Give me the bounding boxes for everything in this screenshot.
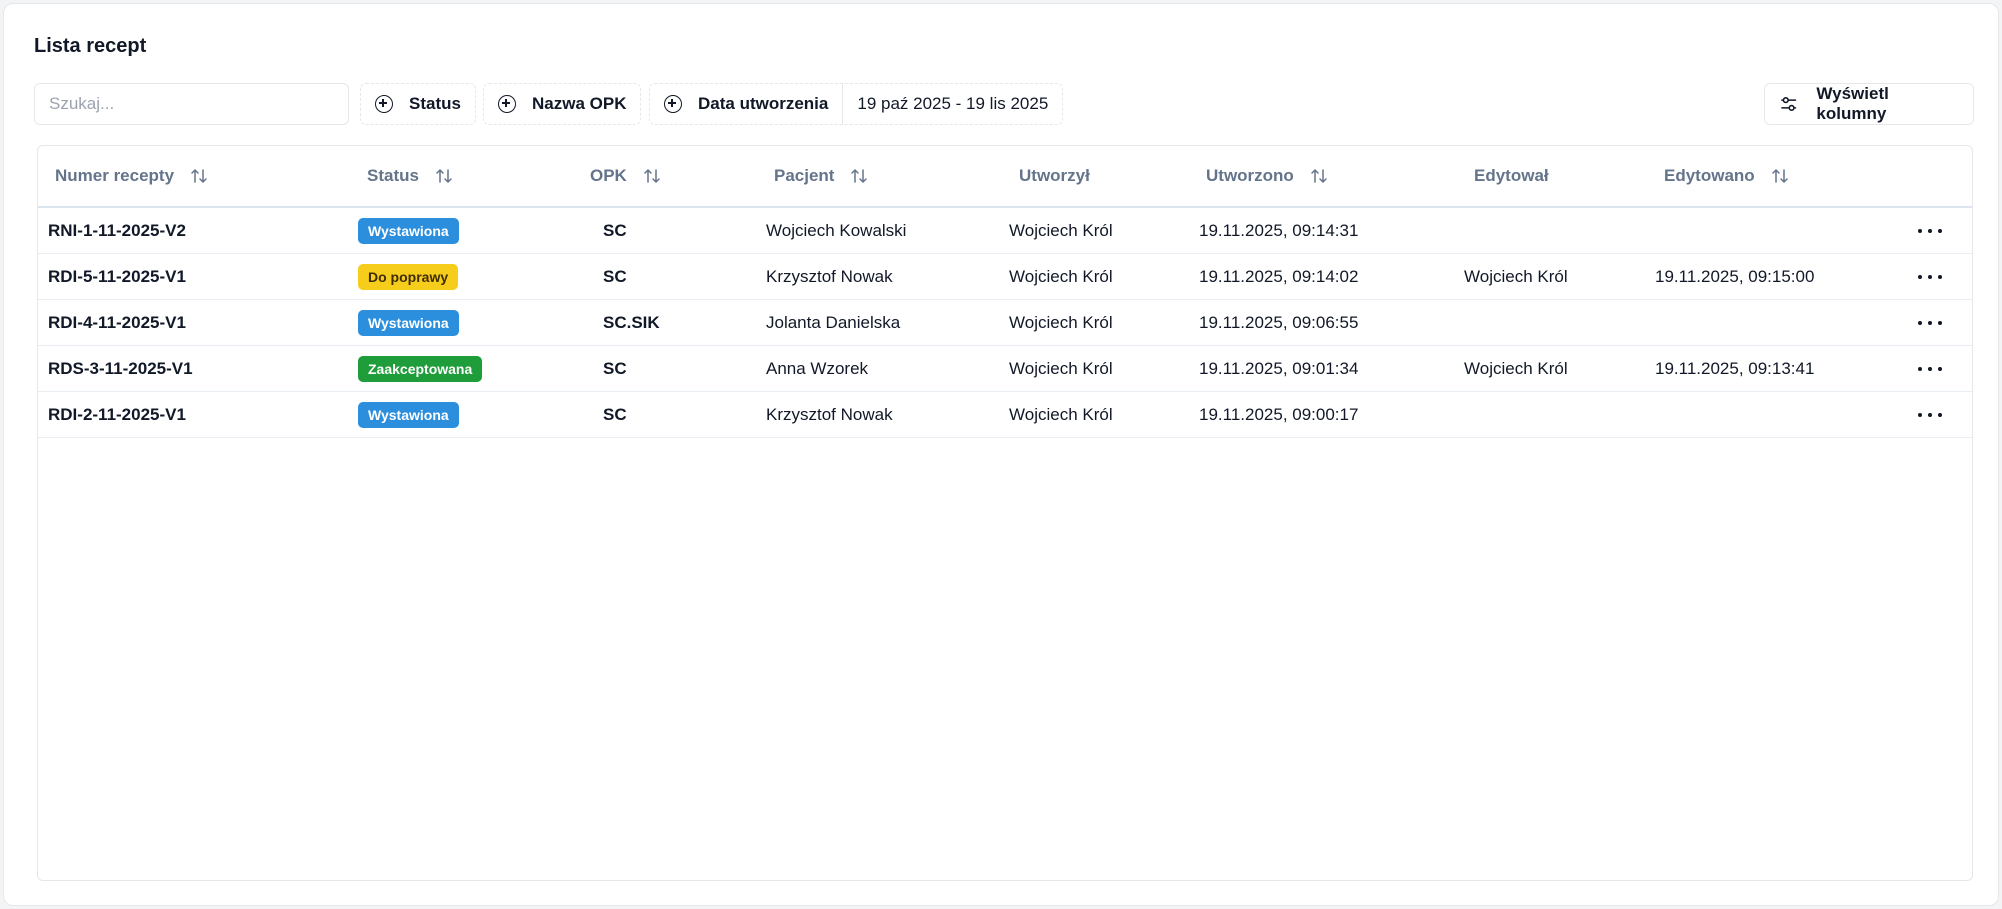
cell-number: RDI-5-11-2025-V1 [48,266,186,286]
cell-number: RDI-4-11-2025-V1 [48,312,186,332]
cell-number: RDI-2-11-2025-V1 [48,404,186,424]
sort-icon [1311,169,1327,183]
cell-created-by: Wojciech Król [1009,358,1113,378]
cell-status: Zaakceptowana [358,346,483,391]
cell-created-by: Wojciech Król [1009,312,1113,332]
created-date-filter-button[interactable]: Data utworzenia 19 paź 2025 - 19 lis 202… [649,83,1064,125]
status-badge: Zaakceptowana [358,355,483,382]
column-header-number-label: Numer recepty [55,166,175,185]
cell-patient: Krzysztof Nowak [766,266,893,286]
cell-edited-by: Wojciech Król [1464,266,1568,286]
cell-number: RDS-3-11-2025-V1 [48,358,193,378]
display-columns-label: Wyświetl kolumny [1816,84,1889,123]
page-title: Lista recept [34,35,147,57]
cell-opk: SC [603,266,627,286]
cell-created-by: Wojciech Król [1009,220,1113,240]
opk-filter-label: Nazwa OPK [532,94,627,113]
column-header-edited-at-label: Edytowano [1664,166,1755,185]
cell-patient: Jolanta Danielska [766,312,901,332]
more-actions-icon[interactable] [1918,406,1942,424]
more-actions-icon[interactable] [1918,222,1942,240]
column-header-number[interactable]: Numer recepty [55,146,208,206]
sort-icon [644,169,660,183]
cell-created-by: Wojciech Król [1009,266,1113,286]
column-header-edited-by-label: Edytował [1474,166,1549,185]
display-columns-button[interactable]: Wyświetl kolumny [1764,83,1974,125]
cell-created-at: 19.11.2025, 09:14:02 [1199,266,1359,286]
cell-status: Wystawiona [358,392,459,437]
status-filter-button[interactable]: Status [360,83,476,125]
cell-opk: SC [603,220,627,240]
sliders-icon [1781,97,1797,111]
plus-circle-icon [664,95,682,113]
table-row[interactable]: RDI-5-11-2025-V1 Do poprawy SC Krzysztof No… [38,254,1972,300]
column-header-opk-label: OPK [590,166,627,185]
sort-icon [1771,169,1788,183]
cell-opk: SC [603,404,627,424]
table-header: Numer recepty Status OPK Pacjent Utworzy… [38,146,1972,208]
cell-created-at: 19.11.2025, 09:14:31 [1199,220,1359,240]
status-filter-label: Status [409,94,461,113]
cell-opk: SC.SIK [603,312,660,332]
more-actions-icon[interactable] [1918,268,1942,286]
column-header-created-at-label: Utworzono [1206,166,1294,185]
column-header-created-by-label: Utworzył [1019,166,1090,185]
cell-status: Wystawiona [358,208,459,253]
sort-icon [191,169,207,183]
table-row[interactable]: RDS-3-11-2025-V1 Zaakceptowana SC Anna Wzor… [38,346,1972,392]
opk-filter-button[interactable]: Nazwa OPK [483,83,642,125]
column-header-created-by: Utworzył [1019,146,1090,206]
status-badge: Wystawiona [358,401,459,428]
column-header-patient[interactable]: Pacjent [774,146,868,206]
cell-created-at: 19.11.2025, 09:06:55 [1199,312,1359,332]
cell-edited-at: 19.11.2025, 09:13:41 [1655,358,1815,378]
column-header-opk[interactable]: OPK [590,146,661,206]
status-badge: Wystawiona [358,217,459,244]
table-row[interactable]: RDI-2-11-2025-V1 Wystawiona SC Krzysztof No… [38,392,1972,438]
cell-patient: Anna Wzorek [766,358,869,378]
column-header-patient-label: Pacjent [774,166,835,185]
more-actions-icon[interactable] [1918,314,1942,332]
sort-icon [851,169,868,183]
created-date-filter-label: Data utworzenia [698,94,829,113]
status-badge: Wystawiona [358,309,459,336]
cell-edited-by: Wojciech Król [1464,358,1568,378]
more-actions-icon[interactable] [1918,360,1942,378]
column-header-edited-at[interactable]: Edytowano [1664,146,1789,206]
cell-status: Wystawiona [358,300,459,345]
cell-patient: Wojciech Kowalski [766,220,907,240]
cell-created-at: 19.11.2025, 09:01:34 [1199,358,1359,378]
column-header-status[interactable]: Status [367,146,453,206]
cell-created-at: 19.11.2025, 09:00:17 [1199,404,1359,424]
column-header-created-at[interactable]: Utworzono [1206,146,1328,206]
cell-patient: Krzysztof Nowak [766,404,893,424]
cell-status: Do poprawy [358,254,459,299]
recipe-list-card: Lista recept Status Nazwa OPK Data utwor… [3,3,1999,906]
recipes-table: Numer recepty Status OPK Pacjent Utworzy… [37,145,1973,881]
table-row[interactable]: RDI-4-11-2025-V1 Wystawiona SC.SIK Jolanta … [38,300,1972,346]
plus-circle-icon [375,95,393,113]
cell-created-by: Wojciech Król [1009,404,1113,424]
cell-edited-at: 19.11.2025, 09:15:00 [1655,266,1815,286]
column-header-status-label: Status [367,166,419,185]
cell-number: RNI-1-11-2025-V2 [48,220,186,240]
cell-opk: SC [603,358,627,378]
search-input[interactable] [34,83,349,125]
status-badge: Do poprawy [358,263,459,290]
table-row[interactable]: RNI-1-11-2025-V2 Wystawiona SC Wojciech Kow… [38,208,1972,254]
sort-icon [436,169,452,183]
column-header-edited-by: Edytował [1474,146,1549,206]
toolbar: Status Nazwa OPK Data utworzenia 19 paź … [34,83,1974,125]
created-date-range: 19 paź 2025 - 19 lis 2025 [857,94,1049,113]
plus-circle-icon [498,95,516,113]
